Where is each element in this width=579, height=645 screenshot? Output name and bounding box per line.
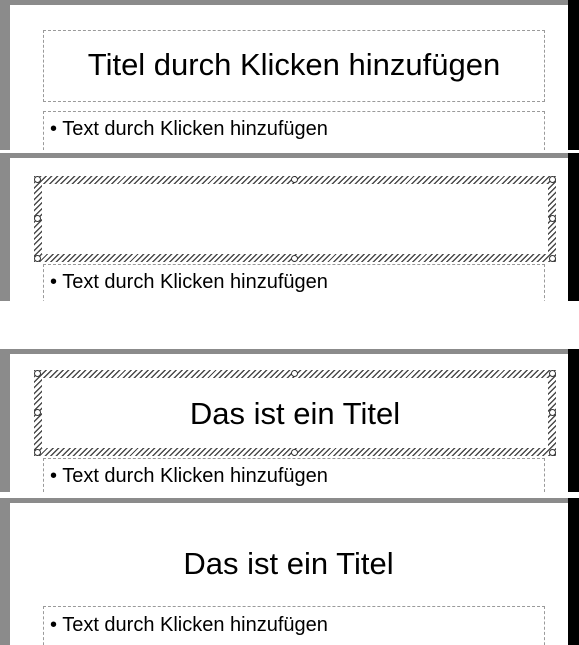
window-frame-right bbox=[568, 0, 579, 150]
resize-handle-top-left[interactable] bbox=[34, 176, 41, 183]
title-placeholder-selected[interactable] bbox=[34, 176, 556, 262]
title-text[interactable]: Das ist ein Titel bbox=[43, 544, 534, 584]
resize-handle-top-center[interactable] bbox=[291, 370, 298, 377]
slide-canvas: Titel durch Klicken hinzufügen • Text du… bbox=[10, 5, 568, 150]
resize-handle-bottom-left[interactable] bbox=[34, 255, 41, 262]
slide-panel-3: Das ist ein Titel • Text durch Klicken h… bbox=[0, 349, 579, 492]
resize-handle-top-right[interactable] bbox=[549, 370, 556, 377]
resize-handle-bottom-left[interactable] bbox=[34, 449, 41, 456]
window-frame-right bbox=[568, 153, 579, 301]
resize-handle-middle-right[interactable] bbox=[549, 215, 556, 222]
resize-handle-bottom-center[interactable] bbox=[291, 255, 298, 262]
body-placeholder-text: • Text durch Klicken hinzufügen bbox=[50, 271, 328, 293]
slide-canvas: Das ist ein Titel • Text durch Klicken h… bbox=[10, 354, 568, 492]
slide-panel-4: Das ist ein Titel • Text durch Klicken h… bbox=[0, 498, 579, 645]
window-frame-left bbox=[0, 349, 10, 492]
title-edit-area[interactable]: Das ist ein Titel bbox=[42, 378, 548, 448]
resize-handle-bottom-center[interactable] bbox=[291, 449, 298, 456]
resize-handle-top-right[interactable] bbox=[549, 176, 556, 183]
resize-handle-middle-left[interactable] bbox=[34, 215, 41, 222]
resize-handle-bottom-right[interactable] bbox=[549, 449, 556, 456]
body-placeholder[interactable]: • Text durch Klicken hinzufügen bbox=[43, 111, 545, 150]
window-frame-right bbox=[568, 349, 579, 492]
slide-panel-1: Titel durch Klicken hinzufügen • Text du… bbox=[0, 0, 579, 150]
window-frame-right bbox=[568, 498, 579, 645]
title-placeholder-selected[interactable]: Das ist ein Titel bbox=[34, 370, 556, 456]
body-placeholder-text: • Text durch Klicken hinzufügen bbox=[50, 118, 328, 140]
slide-panel-2: • Text durch Klicken hinzufügen bbox=[0, 153, 579, 301]
slide-canvas: • Text durch Klicken hinzufügen bbox=[10, 158, 568, 301]
window-frame-left bbox=[0, 498, 10, 645]
title-text: Das ist ein Titel bbox=[189, 396, 401, 431]
body-placeholder[interactable]: • Text durch Klicken hinzufügen bbox=[43, 458, 545, 492]
body-placeholder[interactable]: • Text durch Klicken hinzufügen bbox=[43, 264, 545, 301]
resize-handle-top-left[interactable] bbox=[34, 370, 41, 377]
body-placeholder-text: • Text durch Klicken hinzufügen bbox=[50, 465, 328, 487]
window-frame-left bbox=[0, 153, 10, 301]
resize-handle-middle-right[interactable] bbox=[549, 409, 556, 416]
resize-handle-middle-left[interactable] bbox=[34, 409, 41, 416]
title-placeholder[interactable]: Titel durch Klicken hinzufügen bbox=[43, 30, 545, 102]
title-edit-area[interactable] bbox=[42, 184, 548, 254]
body-placeholder[interactable]: • Text durch Klicken hinzufügen bbox=[43, 606, 545, 645]
body-placeholder-text: • Text durch Klicken hinzufügen bbox=[50, 614, 328, 636]
slide-canvas: Das ist ein Titel • Text durch Klicken h… bbox=[10, 503, 568, 645]
resize-handle-bottom-right[interactable] bbox=[549, 255, 556, 262]
title-placeholder-text: Titel durch Klicken hinzufügen bbox=[87, 47, 501, 82]
resize-handle-top-center[interactable] bbox=[291, 176, 298, 183]
window-frame-left bbox=[0, 0, 10, 150]
